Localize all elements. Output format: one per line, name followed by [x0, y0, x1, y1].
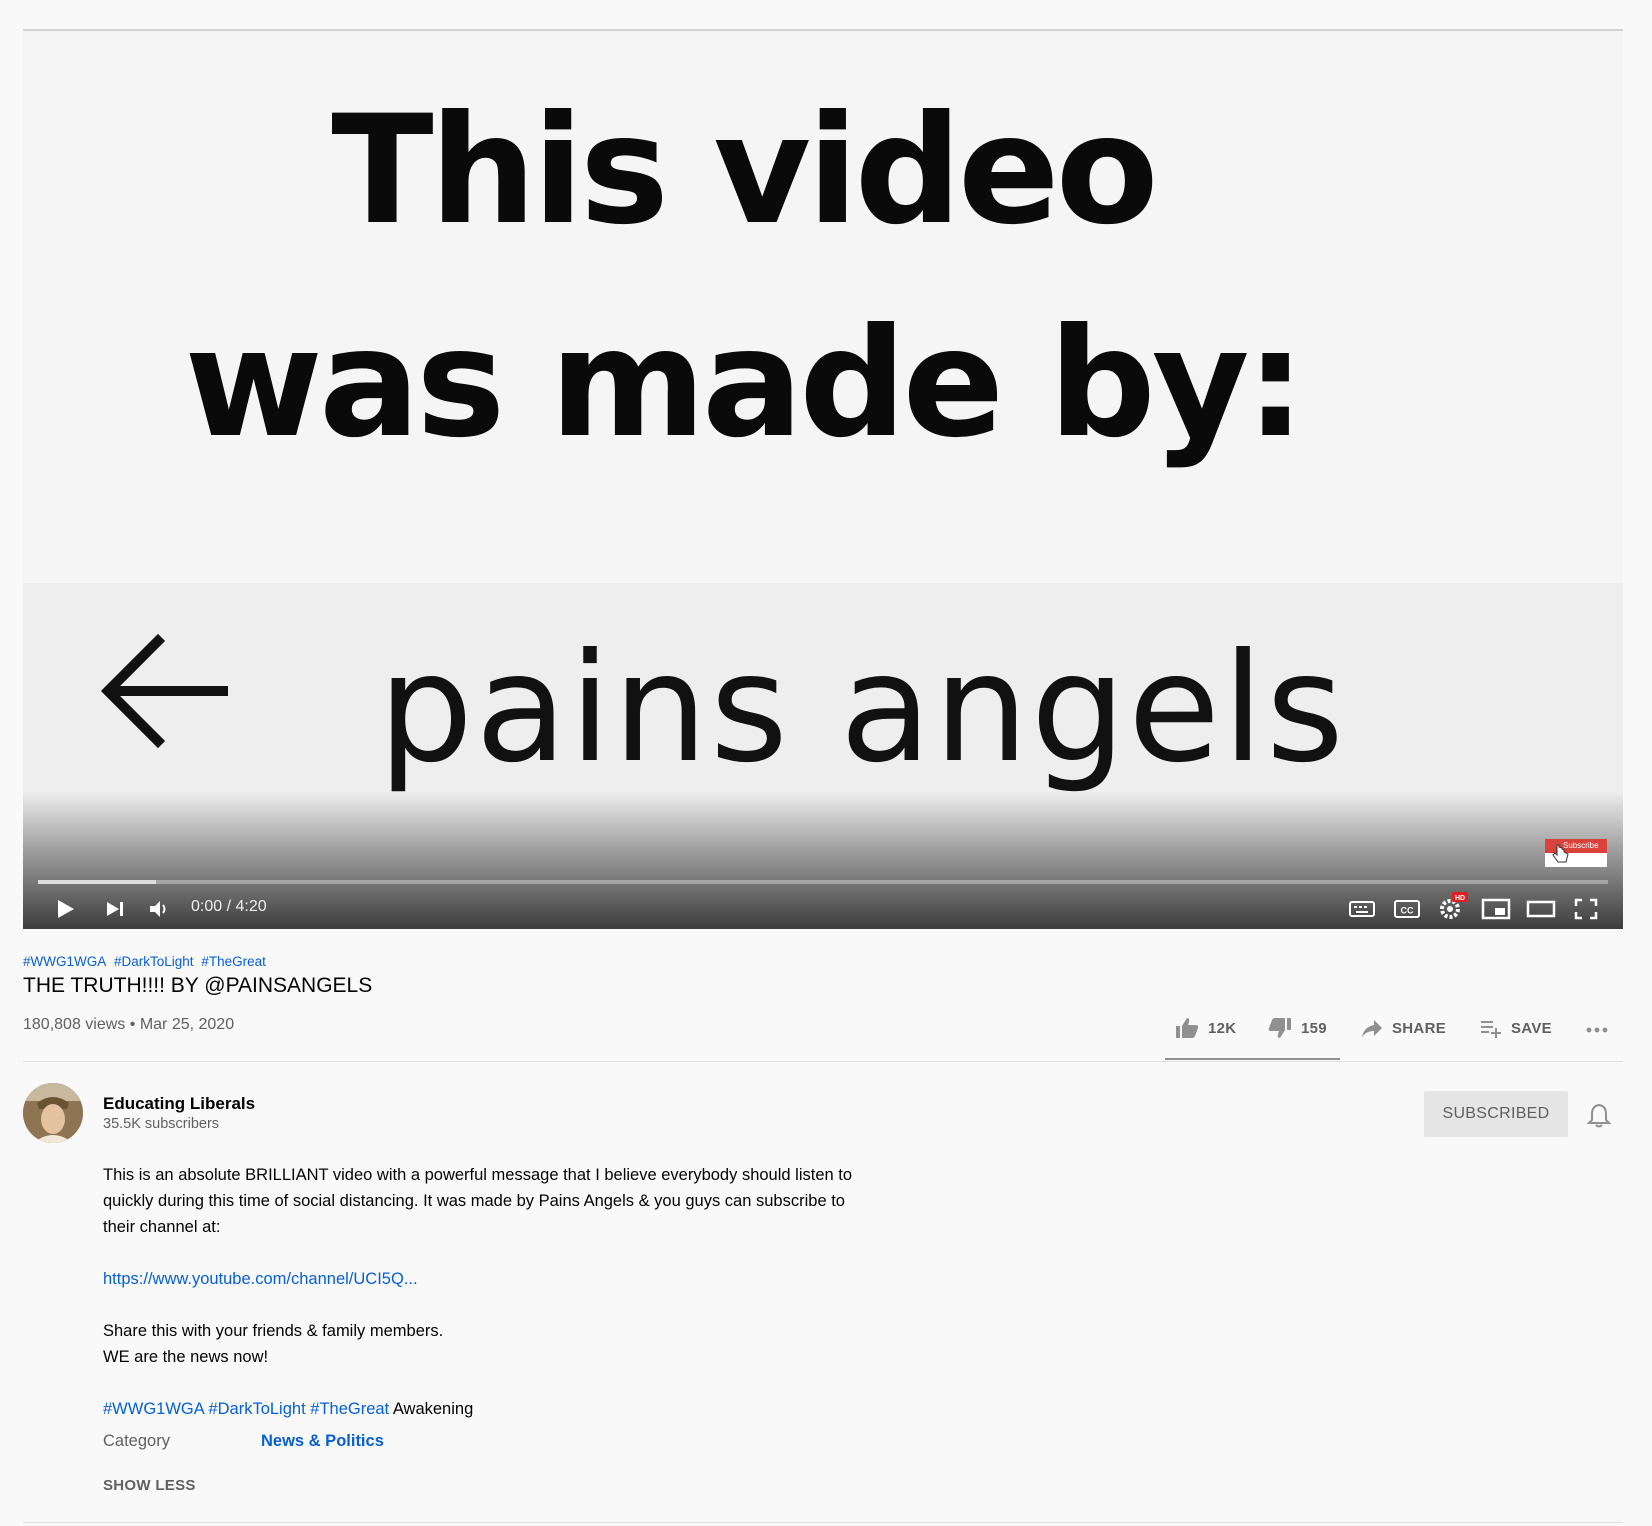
- description-news-line: WE are the news now!: [103, 1348, 269, 1366]
- like-button[interactable]: 12K: [1174, 1016, 1236, 1040]
- keyboard-icon[interactable]: [1348, 897, 1376, 921]
- video-hashtags: #WWG1WGA #DarkToLight #TheGreat: [23, 954, 270, 969]
- upload-date: Mar 25, 2020: [139, 1016, 235, 1033]
- save-button[interactable]: SAVE: [1479, 1016, 1552, 1040]
- separator-dot: •: [129, 1016, 136, 1033]
- hashtag-link[interactable]: #DarkToLight: [114, 954, 194, 969]
- share-label: SHARE: [1392, 1019, 1447, 1037]
- hand-cursor-icon: [1552, 844, 1569, 863]
- cc-icon[interactable]: CC: [1393, 897, 1421, 921]
- hashtag-link[interactable]: #TheGreat: [310, 1400, 389, 1418]
- volume-icon[interactable]: [147, 897, 171, 921]
- svg-text:CC: CC: [1401, 906, 1414, 916]
- subscriber-count: 35.5K subscribers: [103, 1116, 220, 1132]
- bottom-divider: [23, 1522, 1623, 1523]
- video-frame-text-line2: was made by:: [184, 297, 1305, 471]
- share-icon: [1362, 1020, 1382, 1037]
- share-button[interactable]: SHARE: [1360, 1016, 1446, 1040]
- hashtag-link[interactable]: #WWG1WGA: [103, 1400, 204, 1418]
- progress-loaded: [38, 880, 156, 884]
- theater-icon[interactable]: [1526, 897, 1556, 921]
- hashtag-link[interactable]: #WWG1WGA: [23, 954, 106, 969]
- view-count-and-date: 180,808 views • Mar 25, 2020: [23, 1016, 234, 1034]
- notification-bell-icon[interactable]: [1586, 1102, 1612, 1128]
- video-frame-text-line3: pains angels: [378, 622, 1347, 796]
- playlist-add-icon: [1481, 1021, 1501, 1038]
- miniplayer-icon[interactable]: [1481, 897, 1511, 921]
- dislike-count: 159: [1301, 1019, 1327, 1037]
- channel-name[interactable]: Educating Liberals: [103, 1094, 255, 1114]
- video-player[interactable]: This video was made by: pains angels Sub…: [23, 31, 1623, 929]
- progress-bar[interactable]: [38, 880, 1608, 884]
- time-display: 0:00 / 4:20: [191, 898, 267, 915]
- section-divider: [23, 1061, 1623, 1062]
- hashtag-link[interactable]: #TheGreat: [201, 954, 266, 969]
- thumbs-up-icon: [1176, 1018, 1199, 1038]
- dislike-button[interactable]: 159: [1267, 1016, 1327, 1040]
- thumbs-down-icon: [1268, 1018, 1291, 1038]
- description-paragraph: This is an absolute BRILLIANT video with…: [103, 1166, 853, 1236]
- avatar[interactable]: [23, 1083, 83, 1143]
- channel-avatar-image: [23, 1083, 83, 1143]
- channel-url-link[interactable]: https://www.youtube.com/channel/UCI5Q...: [103, 1270, 418, 1288]
- play-icon[interactable]: [53, 897, 77, 921]
- more-actions-icon[interactable]: [1585, 1020, 1609, 1040]
- subscribed-button[interactable]: SUBSCRIBED: [1424, 1091, 1568, 1137]
- left-arrow-icon: [100, 633, 228, 749]
- hashtag-link[interactable]: #DarkToLight: [208, 1400, 305, 1418]
- video-title: THE TRUTH!!!! BY @PAINSANGELS: [23, 974, 373, 997]
- next-icon[interactable]: [103, 897, 127, 921]
- hashtag-suffix: Awakening: [392, 1400, 474, 1418]
- show-less-button[interactable]: SHOW LESS: [103, 1477, 196, 1494]
- svg-text:HD: HD: [1455, 895, 1465, 902]
- description-link: https://www.youtube.com/channel/UCI5Q...: [103, 1266, 863, 1292]
- description-share-line: Share this with your friends & family me…: [103, 1322, 444, 1340]
- sentiment-bar: [1165, 1058, 1340, 1060]
- category-label: Category: [103, 1432, 170, 1450]
- fullscreen-icon[interactable]: [1573, 897, 1599, 921]
- settings-hd-icon[interactable]: HD: [1436, 891, 1470, 921]
- subscribe-watermark[interactable]: Subscribe: [1545, 839, 1607, 867]
- like-count: 12K: [1208, 1019, 1237, 1037]
- view-count: 180,808 views: [23, 1016, 126, 1033]
- save-label: SAVE: [1511, 1019, 1552, 1037]
- category-link[interactable]: News & Politics: [261, 1432, 384, 1451]
- video-frame-text-line1: This video: [331, 84, 1158, 258]
- description-hashtags: #WWG1WGA #DarkToLight #TheGreat Awakenin…: [103, 1396, 863, 1422]
